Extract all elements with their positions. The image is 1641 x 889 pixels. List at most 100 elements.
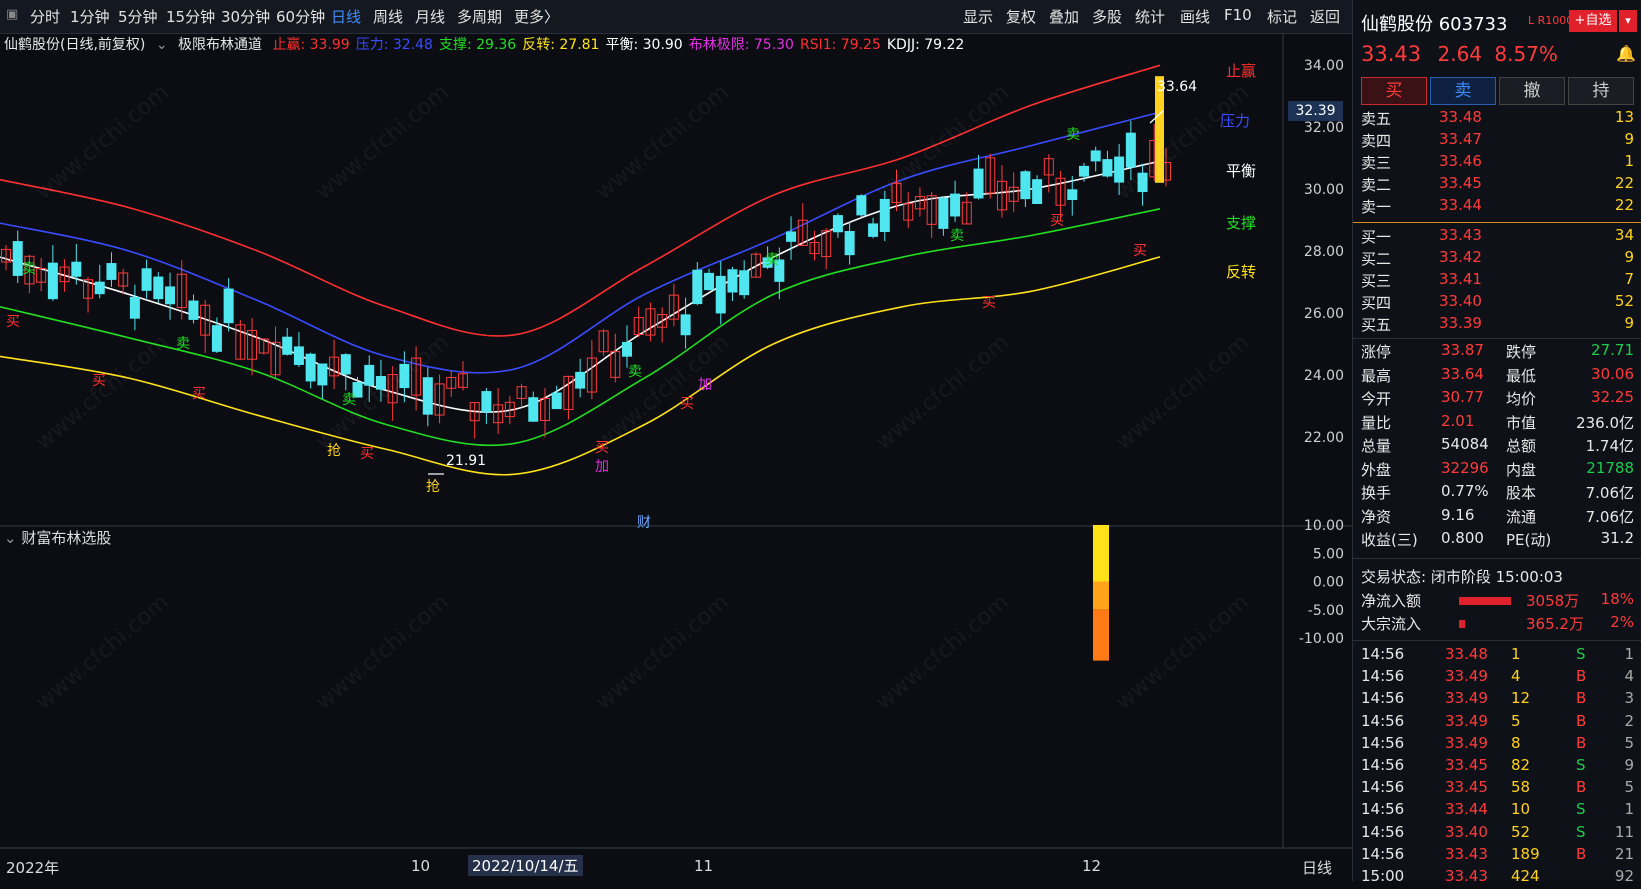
- band-line-支撑: [0, 208, 1161, 447]
- ask-row: 卖一 33.44 22: [1361, 196, 1634, 218]
- flow-bar: [1459, 620, 1465, 628]
- tick-time: 14:56: [1361, 800, 1405, 819]
- collapse-icon[interactable]: ⌄: [4, 529, 17, 547]
- ask-volume: 1: [1624, 152, 1634, 170]
- signal-label: 买: [982, 295, 996, 311]
- stat-row: 涨停 33.87 跌停 27.71: [1361, 341, 1634, 363]
- tool-multi[interactable]: 多股: [1092, 6, 1122, 27]
- stat-value: 0.77%: [1441, 482, 1489, 500]
- period-tab[interactable]: 30分钟: [221, 6, 270, 27]
- sell-button[interactable]: 卖: [1430, 77, 1496, 105]
- tick-count: 9: [1624, 756, 1634, 774]
- ask-volume: 22: [1614, 174, 1634, 192]
- sub-chart-title[interactable]: 财富布林选股: [21, 529, 111, 547]
- period-tab[interactable]: 周线: [373, 6, 403, 27]
- tick-row: 14:56 33.49 5 B 2: [1361, 712, 1634, 734]
- tick-volume: 12: [1511, 689, 1531, 708]
- candle-body: [94, 281, 105, 295]
- dropdown-icon[interactable]: ▾: [1619, 10, 1637, 32]
- period-tab[interactable]: 60分钟: [276, 6, 325, 27]
- candle-body: [1067, 189, 1078, 200]
- ask-row: 卖四 33.47 9: [1361, 130, 1634, 152]
- candle-body: [786, 231, 797, 242]
- stat-label: 跌停: [1506, 343, 1537, 361]
- period-tab[interactable]: 多周期: [457, 6, 502, 27]
- candle-body: [71, 261, 82, 277]
- candle-body: [727, 269, 738, 293]
- candle-body: [715, 275, 726, 314]
- buy-button[interactable]: 买: [1361, 77, 1427, 105]
- signal-label: 买: [192, 386, 206, 402]
- tick-volume: 5: [1511, 711, 1521, 730]
- tool-adjust[interactable]: 复权: [1006, 6, 1036, 27]
- candle-body: [1125, 132, 1136, 168]
- bid-volume: 52: [1614, 292, 1634, 310]
- period-tab[interactable]: 5分钟: [118, 6, 158, 27]
- tool-draw[interactable]: 画线: [1180, 6, 1210, 27]
- bell-icon[interactable]: 🔔: [1616, 44, 1636, 63]
- tick-count: 1: [1624, 645, 1634, 663]
- period-tab-active[interactable]: 日线: [331, 6, 361, 27]
- candle-body: [1078, 165, 1089, 177]
- low-price-label: 21.91: [446, 453, 487, 469]
- stat-value: 54084: [1441, 435, 1489, 453]
- stat-value: 32.25: [1591, 388, 1634, 406]
- holdings-button[interactable]: 持: [1568, 77, 1634, 105]
- book-divider: [1353, 222, 1641, 223]
- candle-body: [305, 353, 316, 382]
- bid-volume: 9: [1624, 248, 1634, 266]
- layout-icon[interactable]: ▣: [6, 7, 18, 22]
- candle-body: [739, 270, 750, 296]
- stat-label: 今开: [1361, 390, 1392, 408]
- tool-stats[interactable]: 统计: [1135, 6, 1165, 27]
- stat-label: 最高: [1361, 366, 1392, 385]
- stat-label: 涨停: [1361, 343, 1392, 361]
- period-tab[interactable]: 1分钟: [70, 6, 110, 27]
- candle-body: [153, 276, 164, 300]
- tool-f10[interactable]: F10: [1224, 6, 1252, 24]
- tool-back[interactable]: 返回: [1310, 6, 1340, 27]
- signal-label: 卖: [950, 228, 964, 244]
- stat-label: 内盘: [1506, 460, 1537, 479]
- tick-count: 2: [1624, 711, 1634, 730]
- candle-body: [1032, 179, 1043, 204]
- tick-side: B: [1576, 689, 1587, 708]
- tick-price: 33.44: [1445, 800, 1488, 819]
- sub-bar-yellow: [1093, 525, 1109, 582]
- divider: [1353, 558, 1641, 559]
- label-balance: 平衡: [1226, 162, 1257, 180]
- y-tick-label: 28.00: [1304, 244, 1344, 260]
- high-price-label: 33.64: [1157, 79, 1198, 95]
- tick-count: 3: [1624, 689, 1634, 708]
- more-tab[interactable]: 更多〉: [514, 6, 559, 27]
- candle-body: [211, 325, 222, 352]
- stat-value: 1.74亿: [1585, 437, 1634, 455]
- stat-row: 外盘 32296 内盘 21788: [1361, 459, 1634, 481]
- cancel-order-button[interactable]: 撤: [1499, 77, 1565, 105]
- tool-display[interactable]: 显示: [963, 6, 993, 27]
- period-tab[interactable]: 月线: [415, 6, 445, 27]
- period-tab[interactable]: 分时: [30, 6, 60, 27]
- tool-overlay[interactable]: 叠加: [1049, 6, 1079, 27]
- signal-label: 买: [360, 446, 374, 462]
- ask-label: 卖四: [1361, 132, 1392, 150]
- candle-body: [844, 231, 855, 256]
- period-tab[interactable]: 15分钟: [166, 6, 215, 27]
- top-toolbar: ▣ 分时 1分钟 5分钟 15分钟 30分钟 60分钟 日线 周线 月线 多周期…: [0, 0, 1352, 34]
- tick-time: 14:56: [1361, 822, 1405, 841]
- add-watch-button[interactable]: +自选: [1569, 10, 1617, 32]
- sub-y-tick-label: 5.00: [1313, 546, 1344, 562]
- stat-label: 最低: [1506, 366, 1537, 385]
- tool-mark[interactable]: 标记: [1267, 6, 1297, 27]
- x-label: 2022年: [6, 859, 60, 877]
- candle-body: [106, 263, 117, 280]
- tick-price: 33.49: [1445, 667, 1488, 686]
- flow-bar: [1459, 597, 1512, 605]
- candle-body: [973, 168, 984, 199]
- ask-label: 卖一: [1361, 198, 1392, 216]
- tick-side: B: [1576, 711, 1587, 730]
- sub-y-tick-label: 0.00: [1313, 575, 1344, 591]
- stat-value: 33.87: [1441, 341, 1484, 359]
- candle-body: [165, 286, 176, 305]
- tick-row: 14:56 33.45 58 B 5: [1361, 778, 1634, 800]
